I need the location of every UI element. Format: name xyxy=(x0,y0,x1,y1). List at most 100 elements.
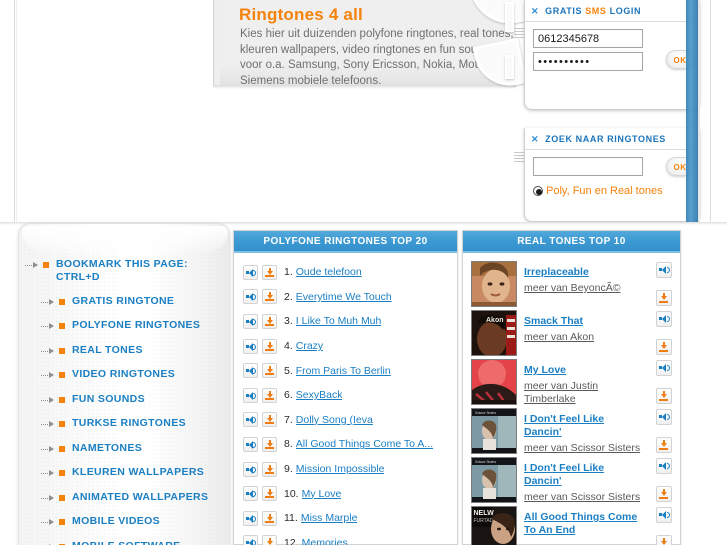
realtone-artist-link[interactable]: meer van Justin Timberlake xyxy=(524,380,644,406)
download-icon[interactable] xyxy=(262,338,277,354)
list-item: My Love meer van Justin Timberlake xyxy=(463,358,680,407)
download-icon[interactable] xyxy=(262,436,277,452)
speaker-icon[interactable] xyxy=(656,507,672,523)
album-art[interactable]: Scissor Sisters xyxy=(471,408,517,454)
download-icon[interactable] xyxy=(656,339,672,355)
ringtone-link[interactable]: Crazy xyxy=(296,340,323,352)
realtone-artist-link[interactable]: meer van BeyoncÃ© xyxy=(524,282,644,295)
sidebar-item-bookmark[interactable]: BOOKMARK THIS PAGE: CTRL+D xyxy=(19,258,229,284)
rank-number: 7. xyxy=(284,413,293,426)
rank-number: 8. xyxy=(284,438,293,451)
ringtone-link[interactable]: Memories xyxy=(302,537,348,545)
phone-number-input[interactable] xyxy=(533,29,643,48)
speaker-icon[interactable] xyxy=(656,311,672,327)
ringtone-link[interactable]: Mission Impossible xyxy=(296,463,385,475)
realtone-artist-link[interactable]: meer van Akon xyxy=(524,331,644,344)
sidebar-item-gratis-ringtone[interactable]: GRATIS RINGTONE xyxy=(19,295,229,309)
speaker-icon[interactable] xyxy=(243,338,258,354)
download-icon[interactable] xyxy=(262,510,277,526)
speaker-icon[interactable] xyxy=(656,409,672,425)
sidebar-item-label: NAMETONES xyxy=(72,441,143,454)
sidebar-item-polyfone-ringtones[interactable]: POLYFONE RINGTONES xyxy=(19,319,229,333)
album-art[interactable]: Akon xyxy=(471,310,517,356)
download-icon[interactable] xyxy=(262,264,277,280)
close-icon[interactable]: ✕ xyxy=(531,6,539,16)
download-icon[interactable] xyxy=(262,486,277,502)
close-icon[interactable]: ✕ xyxy=(531,134,539,144)
speaker-icon[interactable] xyxy=(656,360,672,376)
album-art[interactable] xyxy=(471,359,517,405)
radio-selected-icon[interactable] xyxy=(533,186,543,196)
sidebar-item-turkse-ringtones[interactable]: TURKSE RINGTONES xyxy=(19,417,229,431)
table-row: 3. I Like To Muh Muh xyxy=(234,309,457,334)
sidebar-item-video-ringtones[interactable]: VIDEO RINGTONES xyxy=(19,368,229,382)
download-icon[interactable] xyxy=(262,289,277,305)
ringtone-link[interactable]: Oude telefoon xyxy=(296,266,362,278)
download-icon[interactable] xyxy=(262,313,277,329)
download-icon[interactable] xyxy=(262,412,277,428)
sidebar-item-real-tones[interactable]: REAL TONES xyxy=(19,344,229,358)
download-icon[interactable] xyxy=(656,388,672,404)
search-filter-radio-row[interactable]: Poly, Fun en Real tones xyxy=(533,185,691,197)
album-art[interactable] xyxy=(471,261,517,307)
ringtone-link[interactable]: My Love xyxy=(302,488,342,500)
decorative-blue-strip-edge xyxy=(698,0,700,222)
sms-login-title-gratis: GRATIS xyxy=(545,6,583,16)
ringtone-link[interactable]: Miss Marple xyxy=(301,512,358,524)
ringtone-link[interactable]: I Like To Muh Muh xyxy=(296,315,382,327)
album-art[interactable]: Scissor Sisters xyxy=(471,457,517,503)
speaker-icon[interactable] xyxy=(243,363,258,379)
download-icon[interactable] xyxy=(656,535,672,545)
realtone-link[interactable]: I Don't Feel Like Dancin' xyxy=(524,413,644,439)
ringtone-link[interactable]: From Paris To Berlin xyxy=(296,365,391,377)
sidebar-item-mobile-videos[interactable]: MOBILE VIDEOS xyxy=(19,515,229,529)
sms-login-header: ✕ GRATIS SMS LOGIN xyxy=(525,0,699,22)
speaker-icon[interactable] xyxy=(656,262,672,278)
sidebar-item-kleuren-wallpapers[interactable]: KLEUREN WALLPAPERS xyxy=(19,466,229,480)
page-left-border-inner xyxy=(16,0,17,228)
speaker-icon[interactable] xyxy=(243,535,258,545)
realtone-link[interactable]: My Love xyxy=(524,364,644,377)
album-art[interactable]: NELW FURTADO xyxy=(471,506,517,545)
decorative-bar-top-icon xyxy=(505,2,514,32)
speaker-icon[interactable] xyxy=(243,461,258,477)
sidebar-item-animated-wallpapers[interactable]: ANIMATED WALLPAPERS xyxy=(19,491,229,505)
speaker-icon[interactable] xyxy=(656,458,672,474)
speaker-icon[interactable] xyxy=(243,436,258,452)
table-row: 5. From Paris To Berlin xyxy=(234,358,457,383)
download-icon[interactable] xyxy=(262,363,277,379)
sidebar-item-label: MOBILE SOFTWARE xyxy=(72,540,181,545)
download-icon[interactable] xyxy=(656,437,672,453)
realtone-link[interactable]: All Good Things Come To An End xyxy=(524,511,644,537)
search-input[interactable] xyxy=(533,157,643,176)
album-art-image: Scissor Sisters xyxy=(472,458,516,502)
realtone-artist-link[interactable]: meer van Scissor Sisters xyxy=(524,491,644,504)
speaker-icon[interactable] xyxy=(243,264,258,280)
speaker-icon[interactable] xyxy=(243,412,258,428)
speaker-icon[interactable] xyxy=(243,313,258,329)
bullet-icon xyxy=(59,372,65,378)
ringtone-link[interactable]: Dolly Song (Ieva xyxy=(296,414,373,426)
realtone-link[interactable]: Irreplaceable xyxy=(524,266,644,279)
speaker-icon[interactable] xyxy=(243,289,258,305)
download-icon[interactable] xyxy=(656,486,672,502)
sidebar-item-nametones[interactable]: NAMETONES xyxy=(19,442,229,456)
ringtone-link[interactable]: All Good Things Come To A... xyxy=(296,438,433,450)
download-icon[interactable] xyxy=(262,387,277,403)
sidebar-item-mobile-software[interactable]: MOBILE SOFTWARE xyxy=(19,540,229,545)
realtone-link[interactable]: Smack That xyxy=(524,315,644,328)
download-icon[interactable] xyxy=(262,461,277,477)
sidebar-item-fun-sounds[interactable]: FUN SOUNDS xyxy=(19,393,229,407)
realtone-link[interactable]: I Don't Feel Like Dancin' xyxy=(524,462,644,488)
speaker-icon[interactable] xyxy=(243,486,258,502)
bullet-icon xyxy=(59,445,65,452)
page-left-border xyxy=(14,0,15,228)
password-input[interactable] xyxy=(533,52,643,71)
speaker-icon[interactable] xyxy=(243,387,258,403)
ringtone-link[interactable]: Everytime We Touch xyxy=(296,291,392,303)
ringtone-link[interactable]: SexyBack xyxy=(296,389,343,401)
speaker-icon[interactable] xyxy=(243,510,258,526)
download-icon[interactable] xyxy=(656,290,672,306)
realtone-artist-link[interactable]: meer van Scissor Sisters xyxy=(524,442,644,455)
download-icon[interactable] xyxy=(262,535,277,545)
